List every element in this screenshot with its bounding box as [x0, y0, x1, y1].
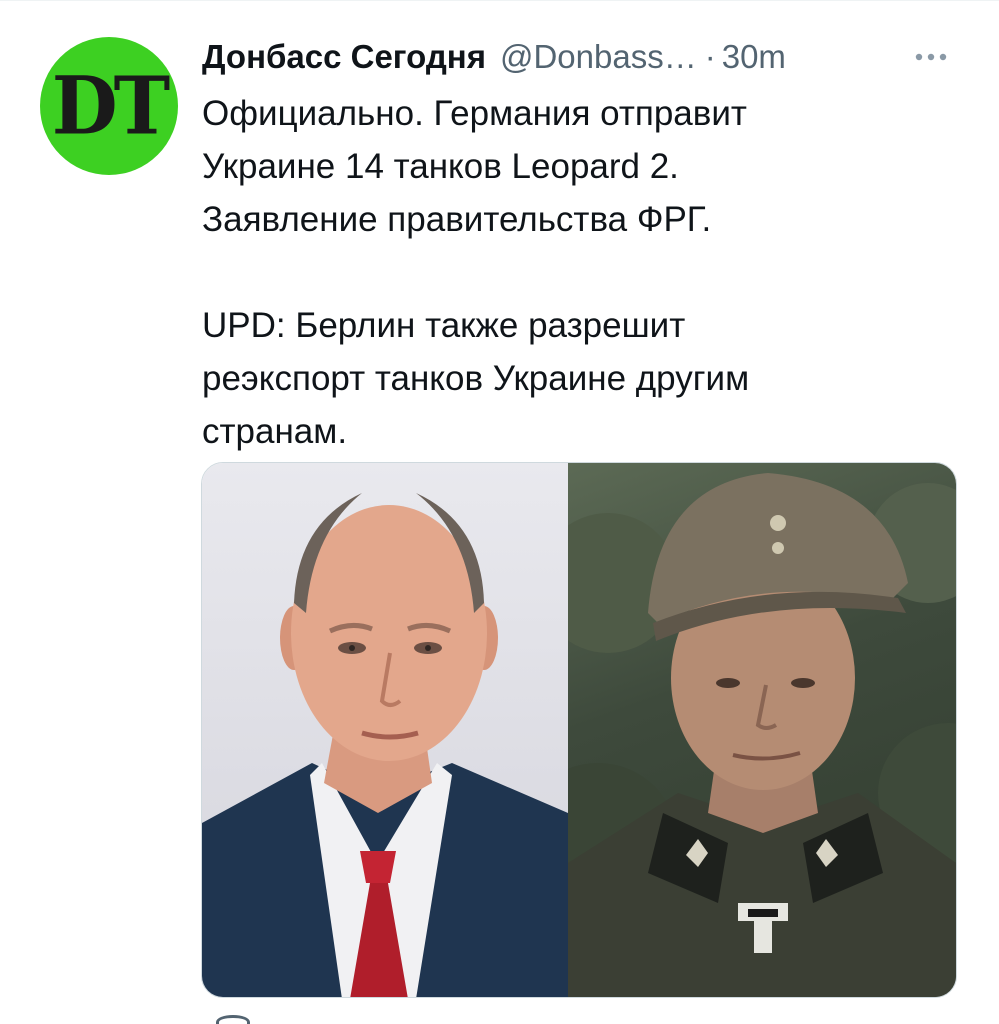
display-name[interactable]: Донбасс Сегодня	[202, 38, 486, 76]
tweet-card[interactable]: DT Донбасс Сегодня @Donbass… · 30m Офици…	[0, 0, 999, 1024]
tweet-text: Официально. Германия отправит Украине 14…	[202, 87, 962, 458]
user-handle[interactable]: @Donbass…	[500, 38, 697, 76]
more-horizontal-icon	[915, 53, 947, 61]
tweet-text-line: Официально. Германия отправит	[202, 94, 747, 133]
tweet-text-line: Украине 14 танков Leopard 2.	[202, 147, 679, 186]
avatar-logo: DT	[51, 58, 170, 153]
portrait-photo-left	[202, 493, 568, 997]
tweet-header: Донбасс Сегодня @Donbass… · 30m	[202, 37, 982, 77]
avatar[interactable]: DT	[40, 37, 178, 175]
more-options-button[interactable]	[911, 37, 951, 77]
tweet-media[interactable]	[201, 462, 957, 998]
reply-icon[interactable]	[216, 1015, 250, 1024]
tweet-timestamp[interactable]: 30m	[722, 38, 786, 76]
tweet-text-line: реэкспорт танков Украине другим	[202, 359, 750, 398]
tweet-text-line: UPD: Берлин также разрешит	[202, 306, 686, 345]
separator-dot: ·	[704, 38, 716, 75]
portrait-photo-right	[568, 473, 956, 997]
media-photo-right[interactable]	[568, 463, 956, 997]
tweet-text-line: Заявление правительства ФРГ.	[202, 200, 712, 239]
tweet-text-line: странам.	[202, 412, 348, 451]
media-photo-left[interactable]	[202, 463, 568, 997]
